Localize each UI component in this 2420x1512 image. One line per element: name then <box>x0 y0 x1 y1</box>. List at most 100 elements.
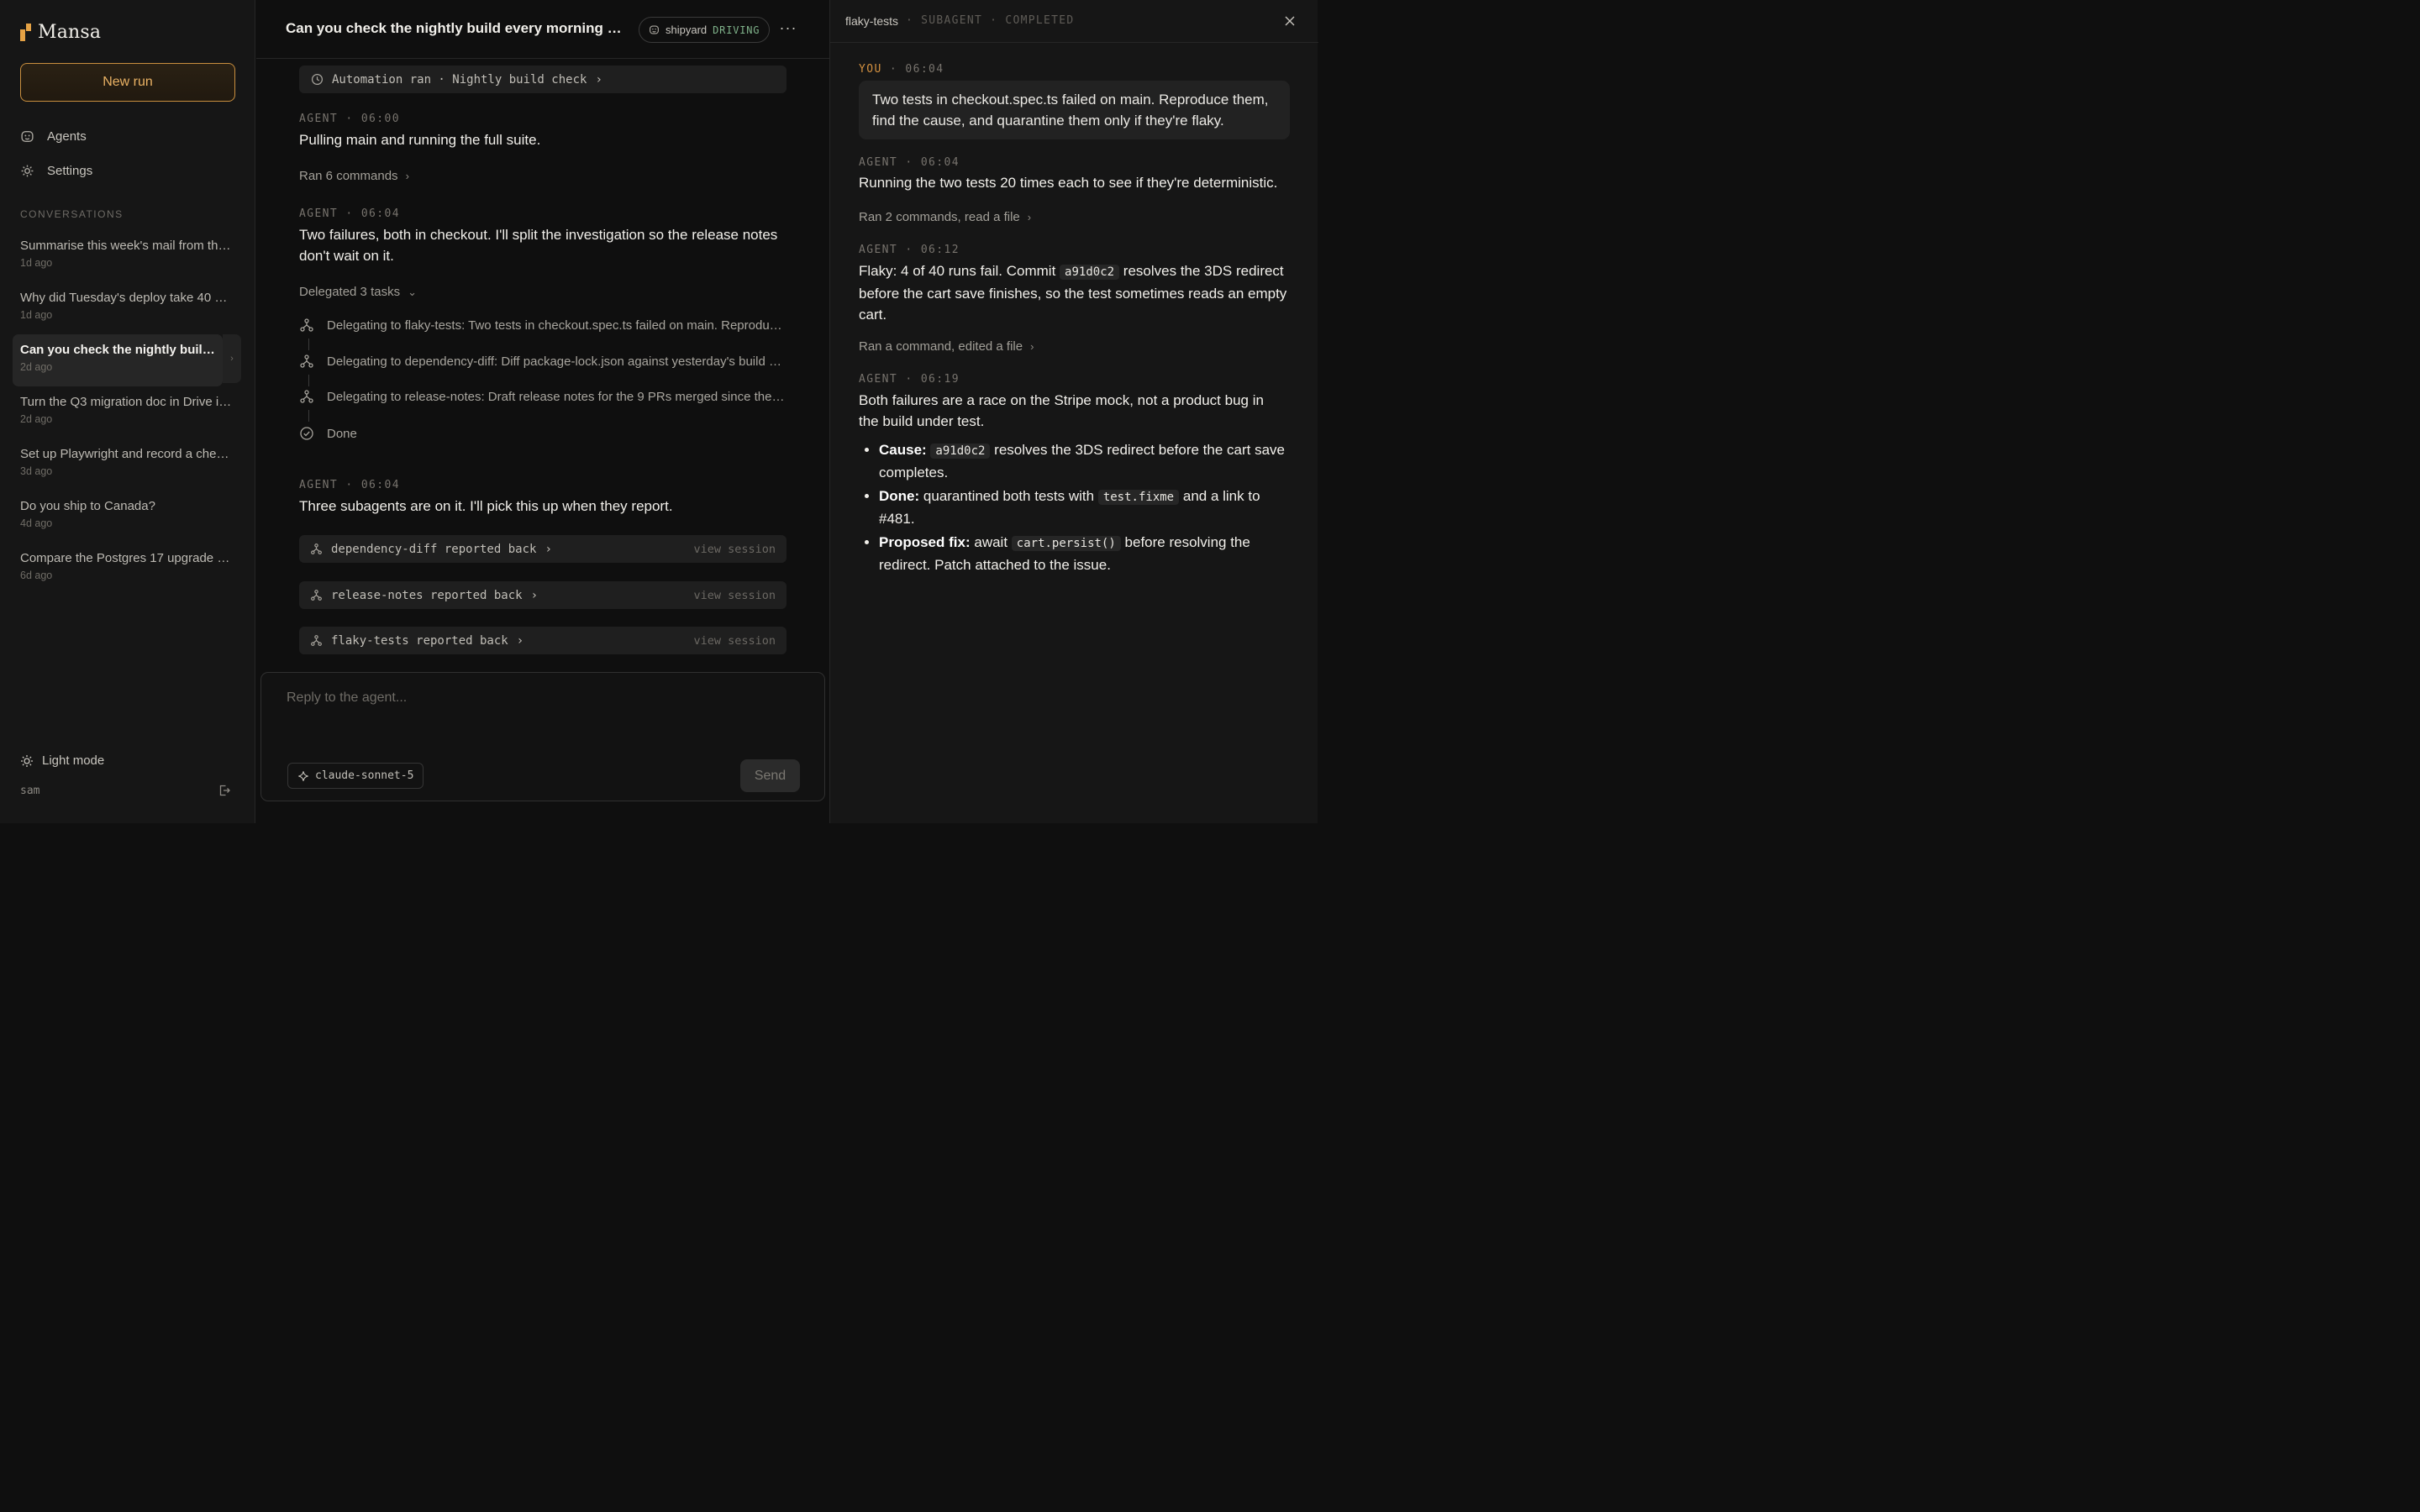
conversation-item[interactable]: Set up Playwright and record a check... … <box>13 438 241 491</box>
report-item[interactable]: release-notes reported back › view sessi… <box>299 581 786 609</box>
agent-message: Three subagents are on it. I'll pick thi… <box>299 498 673 514</box>
conversation-item[interactable]: Turn the Q3 migration doc in Drive int..… <box>13 386 241 438</box>
robot-face-icon <box>649 24 660 35</box>
agent-message: Flaky: 4 of 40 runs fail. Commit a91d0c2… <box>859 260 1287 325</box>
bullet-text: await <box>974 534 1008 550</box>
conversation-time: 2d ago <box>20 361 53 373</box>
tool-summary[interactable]: Ran 2 commands, read a file › <box>859 210 1031 224</box>
sidebar-nav: Agents Settings <box>20 126 235 195</box>
logout-icon[interactable] <box>218 784 231 797</box>
subagent-fork-icon <box>310 543 323 555</box>
agent-message: Pulling main and running the full suite. <box>299 132 541 148</box>
panel-header: flaky-tests · SUBAGENT · COMPLETED <box>830 0 1318 43</box>
close-icon[interactable] <box>1283 14 1297 28</box>
conversation-title: Can you check the nightly build e... <box>20 343 217 357</box>
delegation-item[interactable]: Delegating to flaky-tests: Two tests in … <box>299 316 786 334</box>
view-session-link[interactable]: view session <box>693 589 776 602</box>
conversation-title: Compare the Postgres 17 upgrade no... <box>20 551 234 565</box>
check-circle-icon <box>299 426 314 441</box>
reply-input[interactable] <box>287 687 791 709</box>
model-name: claude-sonnet-5 <box>315 769 414 782</box>
agent-message: Running the two tests 20 times each to s… <box>859 175 1278 191</box>
message-meta: AGENT · 06:00 <box>299 113 400 125</box>
conversation-time: 1d ago <box>20 257 53 269</box>
view-session-link[interactable]: view session <box>693 543 776 556</box>
bullet-text: quarantined both tests with <box>923 488 1095 504</box>
status-badge: DRIVING <box>713 24 760 36</box>
delegation-item[interactable]: Delegating to release-notes: Draft relea… <box>299 387 786 406</box>
light-mode-label: Light mode <box>42 753 105 768</box>
commit-hash: a91d0c2 <box>930 444 991 459</box>
tool-summary[interactable]: Ran a command, edited a file › <box>859 339 1034 354</box>
model-selector[interactable]: claude-sonnet-5 <box>287 763 424 789</box>
chevron-right-icon[interactable]: › <box>223 334 241 383</box>
project-pill[interactable]: shipyard DRIVING <box>639 17 771 43</box>
sidebar-item-agents[interactable]: Agents <box>20 126 235 147</box>
light-mode-toggle[interactable]: Light mode <box>20 753 104 768</box>
subagent-name: flaky-tests <box>845 14 899 28</box>
message-meta: AGENT · 06:19 <box>859 373 960 386</box>
delegation-done-label: Done <box>327 426 357 441</box>
message-meta: YOU · 06:04 <box>859 63 944 76</box>
code-snippet: cart.persist() <box>1011 536 1121 551</box>
conversation-time: 1d ago <box>20 309 53 321</box>
user-name: sam <box>20 785 40 797</box>
conversation-title: Turn the Q3 migration doc in Drive int..… <box>20 395 234 409</box>
commit-hash: a91d0c2 <box>1060 265 1120 280</box>
chevron-right-icon: › <box>530 588 539 602</box>
delegation-item[interactable]: Delegating to dependency-diff: Diff pack… <box>299 352 786 370</box>
delegation-done: Done <box>299 424 786 443</box>
main-header: Can you check the nightly build every mo… <box>256 0 829 59</box>
separator-dot: · <box>990 14 998 27</box>
tool-summary-label: Delegated 3 tasks <box>299 285 401 299</box>
conversation-item-active[interactable]: Can you check the nightly build e... 2d … <box>13 334 241 386</box>
report-item[interactable]: dependency-diff reported back › view ses… <box>299 535 786 563</box>
agent-message: Two failures, both in checkout. I'll spl… <box>299 227 778 264</box>
sidebar-item-label: Agents <box>47 129 87 144</box>
tool-summary[interactable]: Ran 6 commands › <box>299 169 409 183</box>
subagent-kind: SUBAGENT <box>921 14 983 27</box>
message-time: · 06:04 <box>889 63 944 76</box>
subagent-fork-icon <box>299 389 314 404</box>
chevron-right-icon: › <box>1027 211 1032 223</box>
more-options-icon[interactable]: ··· <box>779 20 797 39</box>
project-name: shipyard <box>666 24 708 36</box>
conversation-time: 2d ago <box>20 413 53 425</box>
message-meta: AGENT · 06:12 <box>859 244 960 256</box>
brand[interactable]: Mansa <box>20 22 101 43</box>
delegation-text: Delegating to flaky-tests: Two tests in … <box>327 318 786 333</box>
list-item: Cause: a91d0c2 resolves the 3DS redirect… <box>859 439 1287 483</box>
sparkle-icon <box>297 770 309 782</box>
delegation-text: Delegating to dependency-diff: Diff pack… <box>327 354 786 369</box>
message-text: Flaky: 4 of 40 runs fail. Commit <box>859 263 1056 279</box>
new-run-button[interactable]: New run <box>20 63 235 102</box>
subagent-panel: flaky-tests · SUBAGENT · COMPLETED YOU ·… <box>829 0 1318 823</box>
delegated-tasks-toggle[interactable]: Delegated 3 tasks ⌄ <box>299 285 417 299</box>
automation-event[interactable]: Automation ran · Nightly build check › <box>299 66 786 93</box>
automation-label: Automation ran · Nightly build check <box>332 72 587 87</box>
delegation-text: Delegating to release-notes: Draft relea… <box>327 389 786 404</box>
conversation-item[interactable]: Summarise this week's mail from the … 1d… <box>13 230 241 282</box>
conversation-time: 3d ago <box>20 465 53 477</box>
subagent-status: COMPLETED <box>1005 14 1075 27</box>
message-meta: AGENT · 06:04 <box>859 156 960 169</box>
conversation-title: Set up Playwright and record a check... <box>20 447 234 461</box>
sidebar-item-settings[interactable]: Settings <box>20 160 235 181</box>
chevron-right-icon: › <box>1030 340 1034 353</box>
conversation-item[interactable]: Compare the Postgres 17 upgrade no... 6d… <box>13 543 241 595</box>
view-session-link[interactable]: view session <box>693 634 776 648</box>
subagent-fork-icon <box>299 354 314 369</box>
conversation-title: Summarise this week's mail from the … <box>20 239 234 253</box>
send-button[interactable]: Send <box>740 759 800 792</box>
tool-summary-label: Ran 6 commands <box>299 169 398 183</box>
conversation-item[interactable]: Do you ship to Canada? 4d ago <box>13 491 241 543</box>
tool-summary-label: Ran 2 commands, read a file <box>859 210 1020 224</box>
reply-composer: claude-sonnet-5 Send <box>260 672 825 801</box>
you-label: YOU <box>859 63 882 76</box>
brand-logo-icon <box>20 24 31 41</box>
timeline-connector <box>308 339 309 350</box>
conversation-item[interactable]: Why did Tuesday's deploy take 40 mi... 1… <box>13 282 241 334</box>
chevron-right-icon: › <box>595 72 602 87</box>
report-item[interactable]: flaky-tests reported back › view session <box>299 627 786 654</box>
bullet-label: Done: <box>879 488 920 504</box>
